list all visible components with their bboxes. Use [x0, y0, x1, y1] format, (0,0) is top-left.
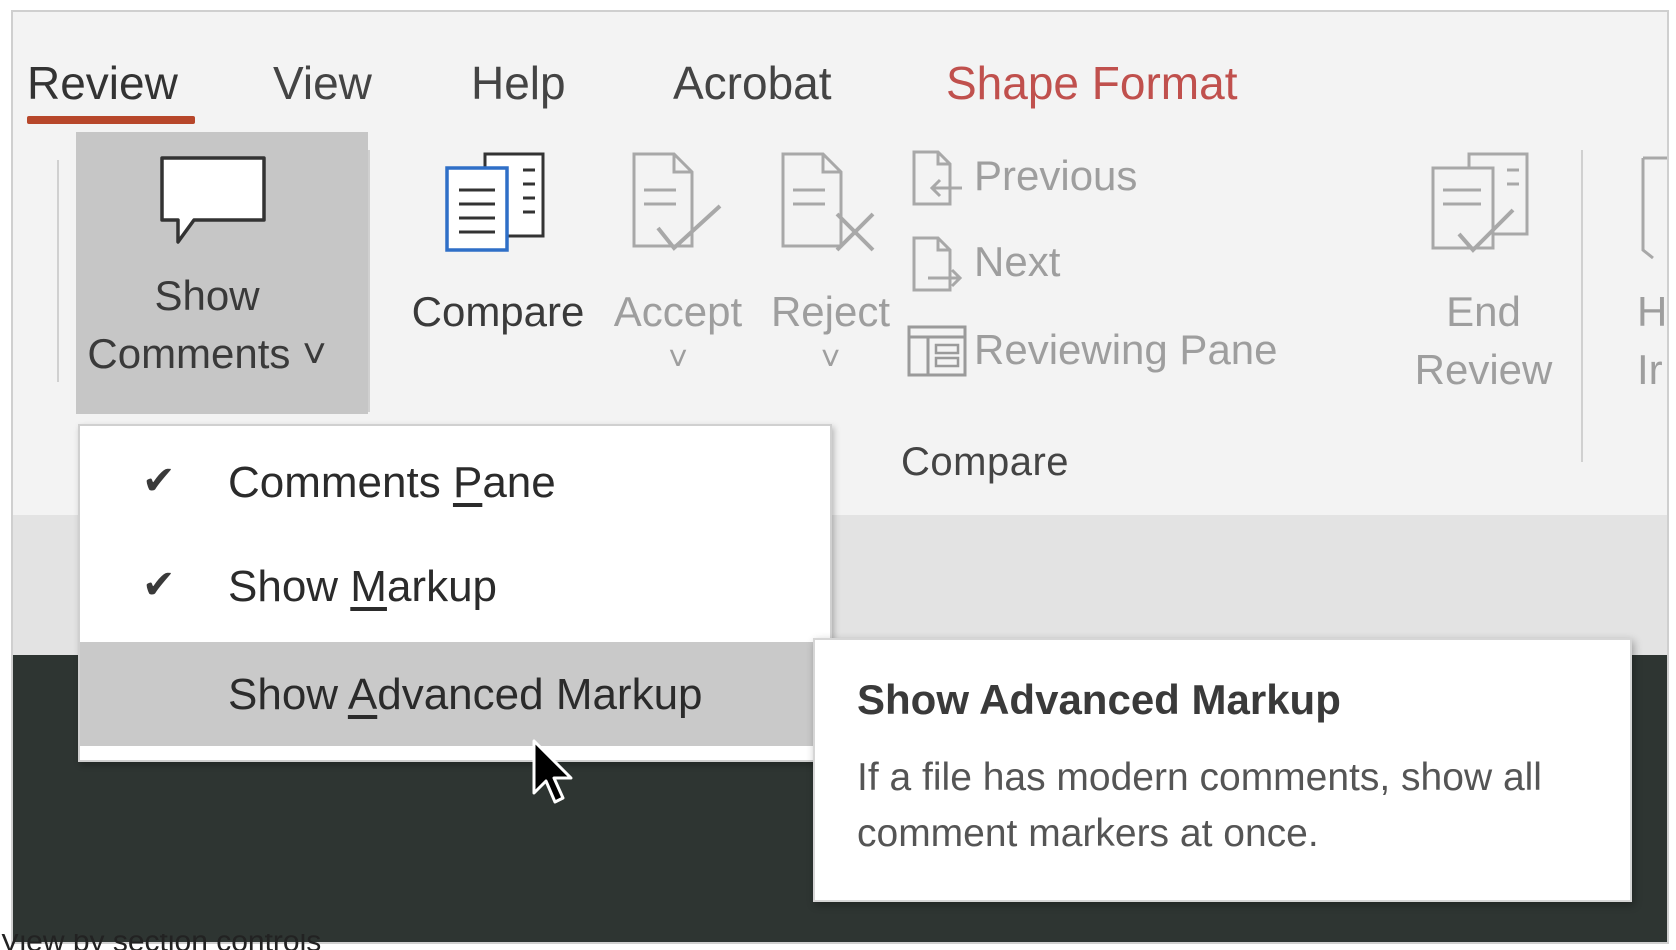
tab-help[interactable]: Help [471, 56, 566, 110]
menu-item-label-text: ane [482, 458, 556, 507]
reject-button[interactable]: Reject ˅ [763, 140, 898, 400]
end-review-icon [1431, 152, 1529, 253]
menu-item-label-text: arkup [386, 562, 498, 611]
show-comments-menu: ✔ Comments Pane ✔ Show Markup Show Advan… [78, 424, 832, 762]
menu-item-label: Comments Pane [228, 458, 556, 508]
accept-label: Accept [613, 288, 743, 335]
accelerator-key: M [350, 562, 387, 611]
tab-review[interactable]: Review [27, 56, 178, 110]
show-comments-label-line2: Comments ˅ [87, 330, 327, 377]
checkmark-icon: ✔ [142, 459, 176, 503]
menu-item-label: Show Markup [228, 562, 497, 612]
reject-label: Reject [770, 288, 891, 335]
compare-button[interactable]: Compare [403, 140, 593, 350]
accept-button[interactable]: Accept ˅ [598, 140, 758, 400]
reject-dropdown-arrow[interactable]: ˅ [763, 340, 898, 379]
tooltip-description: If a file has modern comments, show all … [857, 756, 1542, 855]
reject-document-icon [781, 152, 875, 252]
ribbon-separator [1581, 150, 1583, 462]
end-review-button[interactable]: End Review [1401, 140, 1566, 393]
tab-shape-format[interactable]: Shape Format [946, 56, 1237, 110]
end-review-label-line1: End [1446, 288, 1521, 335]
partial-ribbon-button[interactable]: H Ir [1633, 140, 1667, 390]
active-tab-indicator [27, 116, 195, 124]
checkmark-icon: ✔ [142, 563, 176, 607]
accept-dropdown-arrow[interactable]: ˅ [598, 340, 758, 379]
show-comments-label-line1: Show [154, 272, 260, 319]
previous-button[interactable]: Previous [908, 146, 1208, 210]
tooltip: Show Advanced Markup If a file has moder… [813, 638, 1632, 902]
compare-documents-icon [445, 152, 545, 252]
caption-text: View by section controls [0, 934, 321, 950]
mouse-cursor-icon [532, 739, 573, 804]
menu-item-label-text: dvanced Markup [377, 670, 703, 719]
tab-acrobat[interactable]: Acrobat [673, 56, 832, 110]
show-comments-button[interactable]: Show Comments ˅ [76, 132, 368, 414]
menu-item-label-text: Show [228, 670, 348, 719]
menu-item-label: Show Advanced Markup [228, 670, 703, 720]
menu-item-show-advanced-markup[interactable]: Show Advanced Markup [80, 642, 830, 746]
partial-label-line2: Ir [1637, 346, 1663, 390]
next-label: Next [974, 238, 1061, 285]
menu-item-label-text: Show [228, 562, 351, 611]
previous-change-icon [912, 150, 962, 206]
ribbon-separator [57, 160, 59, 382]
accept-document-icon [632, 152, 722, 251]
accelerator-key: A [347, 670, 378, 719]
reviewing-pane-button[interactable]: Reviewing Pane [906, 318, 1326, 382]
menu-item-label-text: Comments [228, 458, 453, 507]
end-review-label-line2: Review [1414, 346, 1553, 393]
menu-item-comments-pane[interactable]: ✔ Comments Pane [80, 430, 830, 534]
app-window: Review View Help Acrobat Shape Format Sh… [13, 12, 1667, 942]
menu-item-show-markup[interactable]: ✔ Show Markup [80, 534, 830, 638]
tooltip-title: Show Advanced Markup [857, 676, 1341, 723]
reviewing-pane-label: Reviewing Pane [974, 326, 1278, 373]
compare-label: Compare [411, 288, 585, 335]
ribbon-separator [368, 150, 370, 412]
speech-bubble-icon [160, 156, 266, 244]
group-label-compare: Compare [901, 440, 1070, 484]
tab-view[interactable]: View [273, 56, 372, 110]
accelerator-key: P [452, 458, 483, 507]
reviewing-pane-icon [907, 325, 967, 377]
partial-label-line1: H [1637, 288, 1667, 335]
previous-label: Previous [974, 152, 1138, 199]
document-icon [1641, 156, 1667, 260]
next-change-icon [912, 236, 963, 292]
next-button[interactable]: Next [908, 232, 1208, 296]
